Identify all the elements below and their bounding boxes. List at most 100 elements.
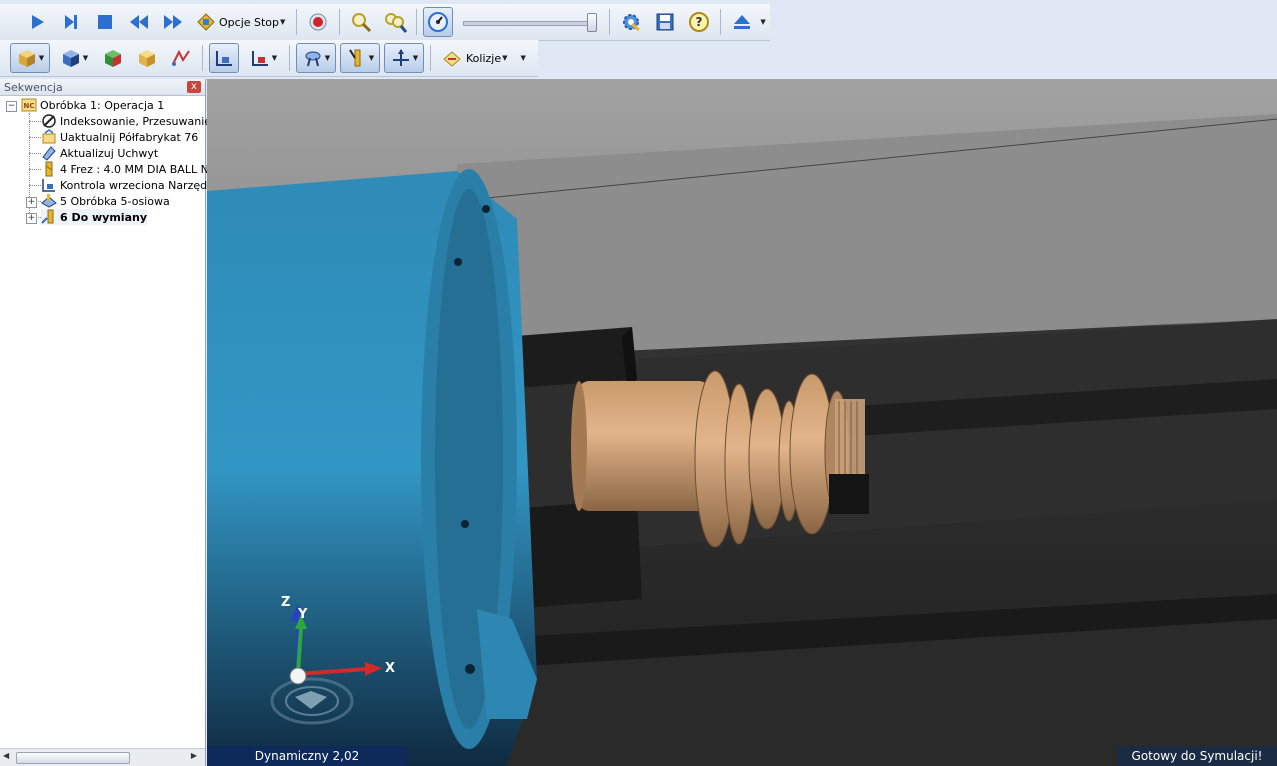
collapse-toggle[interactable]: −	[6, 101, 17, 112]
section-icon	[251, 51, 268, 66]
play-button[interactable]	[22, 7, 52, 37]
section-view-button[interactable]: ▼	[243, 43, 283, 73]
eject-icon	[734, 15, 751, 29]
workpiece-view-button[interactable]	[209, 43, 239, 73]
view-toolbar: ▼ ▼ ▼ ▼ ▼ ▼ Kolizje ▼ ▼	[0, 40, 538, 77]
zoom-fit-icon	[385, 13, 408, 33]
x-axis-label: X	[385, 661, 396, 676]
save-button[interactable]	[650, 7, 680, 37]
toolbar-overflow-icon[interactable]: ▼	[760, 18, 765, 26]
play-icon	[32, 15, 44, 29]
chevron-down-icon: ▼	[502, 54, 508, 62]
magnifier-icon	[352, 13, 372, 33]
fixture-button[interactable]	[132, 43, 162, 73]
stop-button[interactable]	[90, 7, 120, 37]
expand-toggle[interactable]: +	[26, 197, 37, 208]
tree-item-label: Aktualizuj Uchwyt	[60, 146, 159, 160]
separator	[296, 9, 298, 35]
chevron-down-icon: ▼	[271, 54, 278, 62]
fast-forward-button[interactable]	[158, 7, 188, 37]
stop-options-icon	[197, 13, 215, 31]
coordinate-system-button[interactable]: ▼	[384, 43, 424, 73]
simulation-mode-status: Dynamiczny 2,02	[207, 746, 407, 766]
tool-display-button[interactable]: ▼	[340, 43, 380, 73]
fast-forward-icon	[164, 15, 182, 29]
tree-item-indexing[interactable]: Indeksowanie, Przesuwanie Z	[41, 113, 222, 129]
kolizje-label: Kolizje	[466, 51, 502, 65]
tree-item-spindle-control[interactable]: Kontrola wrzeciona Narzędzie	[41, 177, 223, 193]
tree-item-label: Kontrola wrzeciona Narzędzie	[60, 178, 223, 192]
panel-title: Sekwencja	[4, 80, 63, 94]
machine-button[interactable]: ▼	[296, 43, 336, 73]
view-mode-button[interactable]: ▼	[10, 43, 50, 73]
stock-button[interactable]	[98, 43, 128, 73]
stock-icon	[105, 50, 121, 67]
scroll-right-icon[interactable]: ▶	[191, 751, 197, 760]
simulation-viewport[interactable]: Z Y X Dynamiczny 2,02 Gotowy do Symulacj…	[207, 79, 1277, 766]
tree-line	[29, 121, 41, 122]
chevron-down-icon: ▼	[324, 54, 331, 62]
separator	[202, 45, 203, 71]
simulation-toolbar: Opcje Stop ▼ ? ▼	[0, 4, 770, 41]
toolpath-button[interactable]	[166, 43, 196, 73]
expand-toggle[interactable]: +	[26, 213, 37, 224]
zoom-button[interactable]	[346, 7, 376, 37]
y-axis-label: Y	[298, 607, 308, 622]
fixture-icon	[139, 50, 155, 67]
separator	[289, 45, 290, 71]
slider-track	[463, 21, 598, 26]
svg-text:?: ?	[696, 15, 703, 29]
indexing-icon	[41, 113, 57, 129]
display-mode-button[interactable]: ▼	[54, 43, 94, 73]
close-icon[interactable]: x	[187, 81, 201, 93]
opcje-stop-label: Opcje Stop	[219, 15, 280, 29]
tree-item-operation[interactable]: NC Obróbka 1: Operacja 1	[21, 97, 164, 113]
tree-item-update-fixture[interactable]: Aktualizuj Uchwyt	[41, 145, 158, 161]
step-button[interactable]	[56, 7, 86, 37]
nc-program-icon: NC	[21, 97, 37, 113]
opcje-stop-button[interactable]: Opcje Stop ▼	[192, 7, 290, 37]
sequence-panel: Sekwencja x − NC Obróbka 1: Operacja 1 I…	[0, 79, 231, 766]
speedometer-icon	[428, 12, 449, 32]
tree-item-update-stock[interactable]: Uaktualnij Półfabrykat 76	[41, 129, 198, 145]
slider-thumb[interactable]	[587, 13, 598, 32]
tree-item-label: Obróbka 1: Operacja 1	[40, 98, 165, 112]
tree-line	[29, 153, 41, 154]
help-icon: ?	[689, 12, 710, 32]
separator	[339, 9, 341, 35]
tree-item-tool-change[interactable]: 6 Do wymiany	[41, 209, 147, 225]
update-stock-icon	[41, 129, 57, 145]
chevron-down-icon: ▼	[38, 54, 45, 62]
toolbar-overflow-icon[interactable]: ▼	[521, 54, 526, 62]
tool-change-icon	[41, 209, 57, 225]
collision-icon	[443, 51, 461, 67]
toolpath-icon	[172, 49, 190, 66]
tree-item-tool[interactable]: 4 Frez : 4.0 MM DIA BALL NOSE	[41, 161, 231, 177]
scroll-thumb[interactable]	[16, 752, 130, 764]
kolizje-button[interactable]: Kolizje ▼	[437, 43, 513, 73]
solid-view-icon	[62, 50, 79, 67]
cube-view-icon	[18, 50, 35, 67]
scroll-left-icon[interactable]: ◀	[3, 751, 9, 760]
record-icon	[309, 13, 327, 31]
rewind-button[interactable]	[124, 7, 154, 37]
tree-line	[29, 169, 41, 170]
tree-item-label: 6 Do wymiany	[60, 210, 147, 224]
tree-line	[29, 185, 41, 186]
chevron-down-icon: ▼	[412, 54, 419, 62]
separator	[416, 9, 418, 35]
tool-icon	[348, 49, 361, 67]
help-button[interactable]: ?	[684, 7, 714, 37]
separator	[430, 45, 431, 71]
horizontal-scrollbar[interactable]: ◀ ▶	[0, 748, 205, 766]
step-icon	[65, 15, 77, 29]
simulation-ready-status: Gotowy do Symulacji!	[1117, 746, 1277, 766]
record-button[interactable]	[303, 7, 333, 37]
zoom-fit-button[interactable]	[380, 7, 410, 37]
speed-button[interactable]	[423, 7, 454, 37]
eject-button[interactable]	[727, 7, 757, 37]
speed-slider[interactable]	[463, 12, 598, 32]
chevron-down-icon: ▼	[82, 54, 89, 62]
settings-button[interactable]	[616, 7, 646, 37]
tree-item-5axis[interactable]: 5 Obróbka 5-osiowa	[41, 193, 170, 209]
